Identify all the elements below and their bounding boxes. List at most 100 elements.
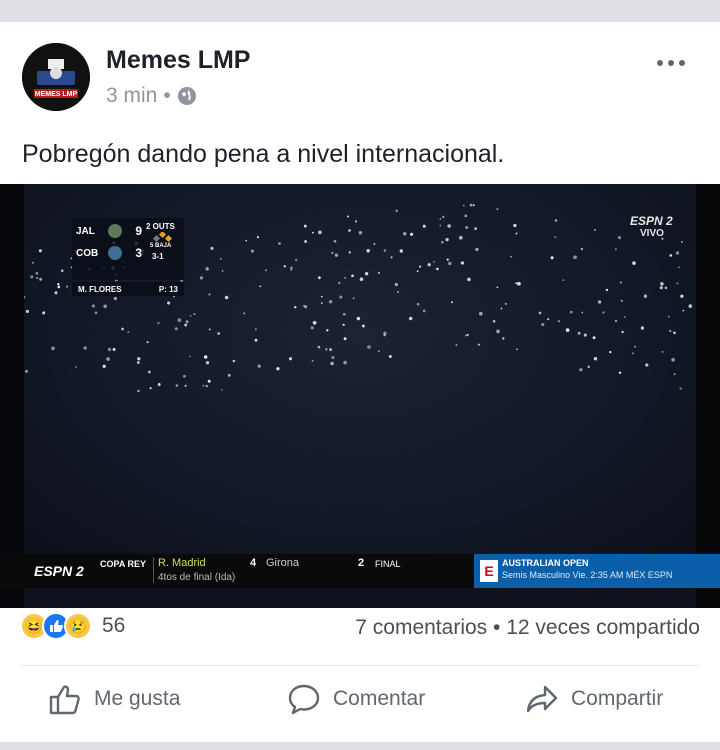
light-dot (221, 270, 224, 272)
light-dot (441, 240, 444, 244)
like-button[interactable]: Me gusta (48, 682, 180, 716)
light-dot (593, 357, 598, 361)
light-dot (318, 276, 321, 280)
reaction-count: 56 (102, 614, 126, 637)
bases-icon (152, 232, 173, 242)
light-dot (619, 281, 622, 284)
light-dot (550, 256, 554, 260)
more-options-button[interactable] (656, 48, 686, 74)
light-dot (673, 331, 676, 335)
light-dot (436, 267, 439, 271)
light-dot (620, 299, 623, 302)
light-dot (643, 294, 648, 298)
scoreboard-row: JAL 9 (76, 224, 142, 238)
light-dot (347, 215, 349, 218)
light-dot (516, 348, 518, 351)
light-dot (496, 329, 500, 334)
light-dot (320, 295, 323, 298)
light-dot (541, 322, 545, 327)
light-dot (465, 225, 469, 230)
light-dot (659, 286, 663, 290)
thumbs-up-icon (49, 685, 80, 715)
light-dot (184, 384, 187, 387)
light-dot (427, 263, 431, 267)
light-dot (618, 371, 622, 375)
light-dot (210, 246, 214, 251)
light-dot (466, 333, 469, 336)
light-dot (312, 320, 317, 325)
light-dot (208, 328, 211, 331)
ticker-round: 4tos de final (Ida) (158, 572, 236, 583)
light-dot (475, 247, 479, 252)
light-dot (320, 302, 323, 304)
light-dot (113, 296, 118, 301)
light-dot (442, 215, 445, 219)
light-dot (328, 300, 333, 304)
post-stats: 7 comentarios • 12 veces compartido (355, 616, 700, 640)
comment-button[interactable]: Comentar (287, 682, 425, 716)
light-dot (492, 319, 496, 323)
espn-e-icon: E (480, 560, 498, 582)
light-dot (594, 229, 596, 231)
promo-title: AUSTRALIAN OPEN (502, 558, 589, 568)
light-dot (224, 295, 229, 300)
more-icon (657, 60, 685, 66)
globe-icon (177, 87, 196, 105)
light-dot (474, 227, 478, 231)
author-name[interactable]: Memes LMP (106, 46, 250, 75)
share-count[interactable]: 12 veces compartido (506, 616, 700, 639)
comment-label: Comentar (333, 687, 426, 710)
ticker-league: COPA REY (100, 559, 147, 569)
avatar[interactable]: MEMES LMP (22, 43, 90, 111)
light-dot (352, 297, 355, 300)
post-video[interactable]: JAL 9 COB 3 2 OUTS 5 BAJA 3-1 M. FLORES … (0, 184, 720, 608)
light-dot (255, 328, 257, 331)
light-dot (203, 355, 208, 359)
scoreboard-row: COB 3 (76, 246, 142, 260)
light-dot (205, 384, 208, 388)
team-logo-icon (108, 246, 122, 260)
comment-count[interactable]: 7 comentarios (355, 616, 487, 639)
light-dot (416, 302, 420, 306)
light-dot (664, 286, 668, 290)
light-dot (51, 346, 55, 351)
light-dot (675, 251, 680, 255)
light-dot (472, 204, 475, 207)
light-dot (433, 261, 435, 263)
pitcher-name: M. FLORES (78, 284, 122, 294)
light-dot (107, 347, 112, 352)
light-dot (469, 203, 473, 207)
light-dot (39, 277, 43, 281)
light-dot (146, 341, 149, 344)
light-dot (326, 329, 329, 332)
light-dot (621, 330, 624, 334)
light-dot (615, 320, 617, 322)
light-dot (157, 321, 160, 325)
light-dot (318, 230, 322, 235)
light-dot (227, 373, 231, 377)
light-dot (377, 271, 380, 274)
count-label: 3-1 (152, 252, 164, 261)
meta-separator: • (163, 84, 171, 107)
reactions-summary[interactable]: 😆 😢 56 (20, 612, 125, 640)
light-dot (265, 269, 268, 272)
action-bar: Me gusta Comentar Compartir (0, 682, 720, 732)
light-dot (317, 345, 321, 349)
light-dot (310, 326, 314, 330)
light-dot (257, 364, 261, 368)
share-button[interactable]: Compartir (525, 682, 663, 716)
light-dot (445, 237, 449, 242)
light-dot (57, 285, 61, 289)
light-dot (366, 249, 370, 253)
light-dot (331, 251, 334, 254)
light-dot (127, 331, 130, 334)
light-dot (500, 307, 503, 310)
svg-text:MEMES LMP: MEMES LMP (35, 91, 78, 98)
light-dot (25, 369, 28, 373)
light-dot (408, 316, 413, 321)
post-meta: 3 min • (106, 84, 197, 108)
light-dot (334, 253, 339, 257)
post-time[interactable]: 3 min (106, 84, 157, 108)
light-dot (106, 357, 110, 361)
light-dot (294, 306, 297, 309)
